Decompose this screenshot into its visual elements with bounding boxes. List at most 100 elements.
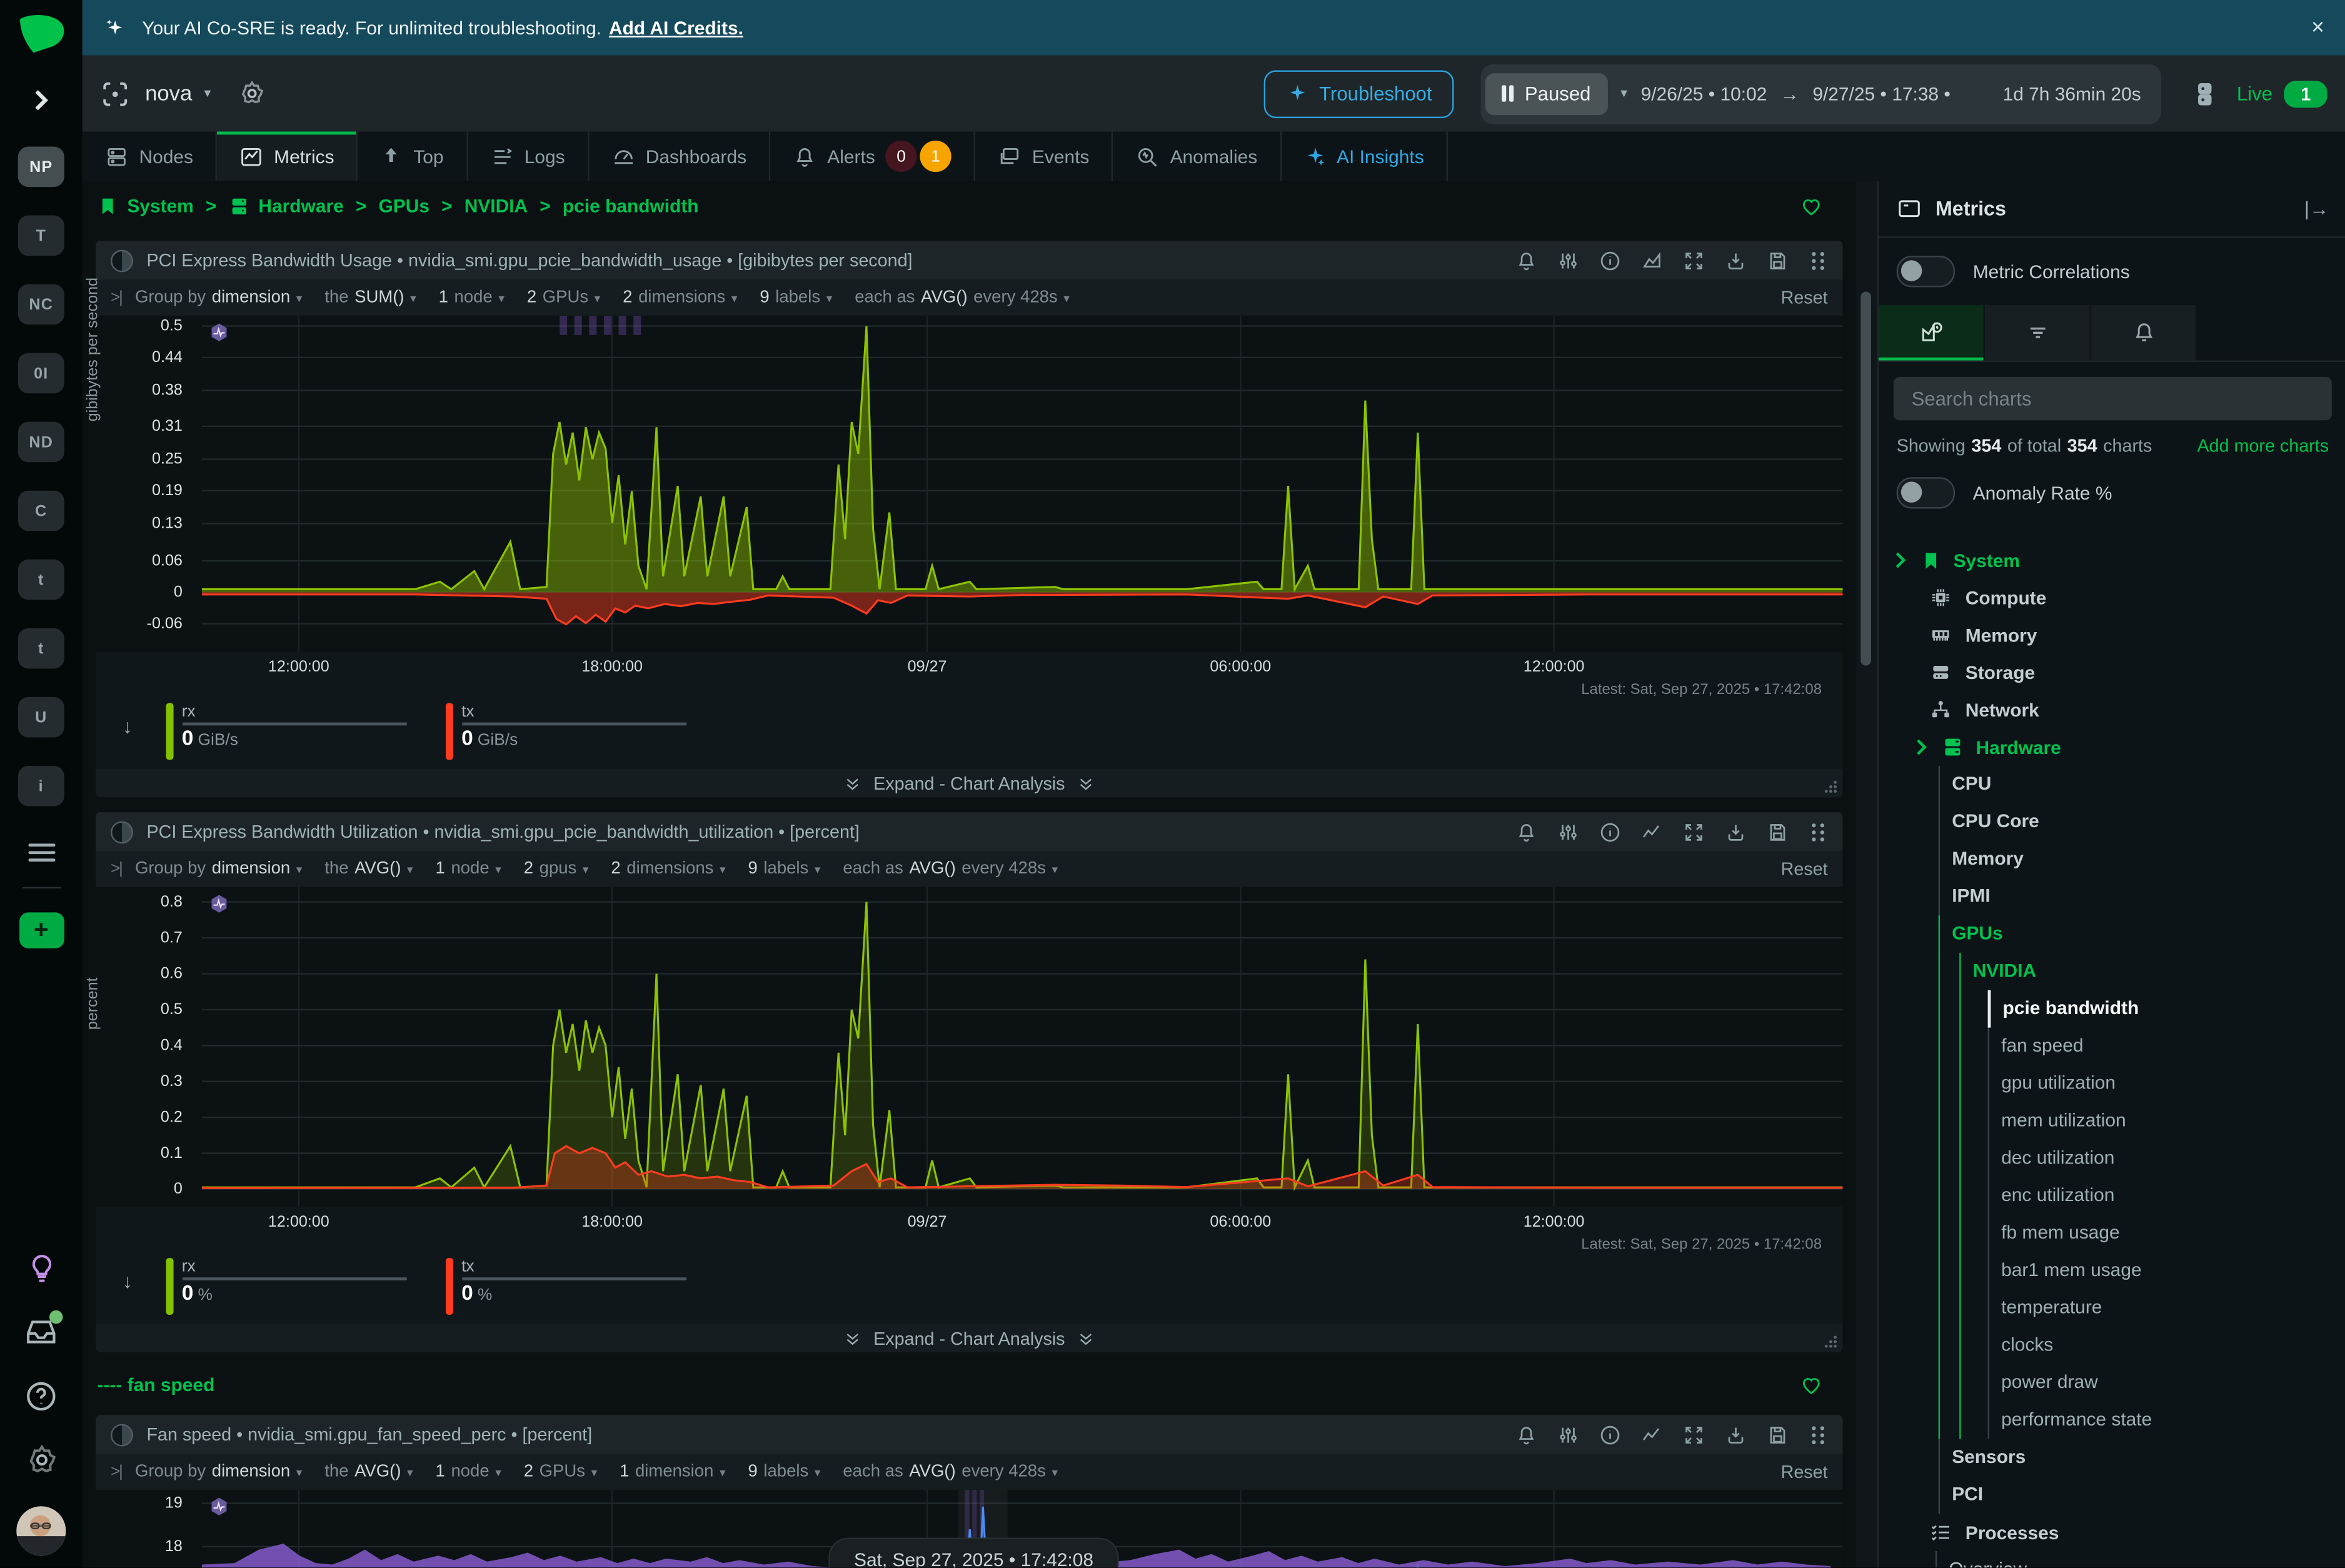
favorite-heart-icon[interactable] <box>1799 1373 1823 1397</box>
resize-handle-icon[interactable] <box>1823 1334 1838 1349</box>
legend-item-tx[interactable]: tx0% <box>445 1258 722 1315</box>
download-icon[interactable] <box>1725 249 1747 271</box>
tree-item-memory[interactable]: Memory <box>1879 616 2345 654</box>
dimensions-toggle-icon[interactable] <box>111 1423 133 1445</box>
bell-icon[interactable] <box>1515 249 1538 271</box>
save-icon[interactable] <box>1767 1423 1789 1445</box>
tree-item-performance-state[interactable]: performance state <box>1989 1402 2345 1439</box>
tab-events[interactable]: Events <box>975 132 1113 181</box>
tree-item-storage[interactable]: Storage <box>1879 654 2345 691</box>
tree-item-power-draw[interactable]: power draw <box>1989 1364 2345 1402</box>
tab-nodes[interactable]: Nodes <box>83 132 218 181</box>
expand-chart-analysis[interactable]: Expand - Chart Analysis <box>96 769 1842 797</box>
expand-rail-icon[interactable] <box>31 90 51 111</box>
tab-dashboards[interactable]: Dashboards <box>589 132 770 181</box>
plot-area[interactable] <box>202 887 1843 1207</box>
tree-item-fan-speed[interactable]: fan speed <box>1989 1028 2345 1065</box>
tree-item-system[interactable]: System <box>1879 541 2345 579</box>
chart-control-dropdown[interactable]: theSUM()▾ <box>324 289 416 307</box>
save-icon[interactable] <box>1767 249 1789 271</box>
tree-item-sensors[interactable]: Sensors <box>1940 1439 2345 1477</box>
space-button-T[interactable]: T <box>18 216 64 256</box>
space-button-ND[interactable]: ND <box>18 422 64 463</box>
dimensions-toggle-icon[interactable] <box>111 820 133 843</box>
chart-control-dropdown[interactable]: Group bydimension▾ <box>135 1463 302 1481</box>
close-banner-icon[interactable]: × <box>2311 15 2324 41</box>
chart-control-dropdown[interactable]: 9labels▾ <box>748 860 821 878</box>
netdata-logo-icon[interactable] <box>14 9 68 63</box>
chart-control-dropdown[interactable]: 2dimensions▾ <box>623 289 737 307</box>
bell-icon[interactable] <box>1515 1423 1538 1445</box>
chart-control-dropdown[interactable]: 1node▾ <box>439 289 505 307</box>
tree-item-gpu-utilization[interactable]: gpu utilization <box>1989 1065 2345 1102</box>
drag-handle-icon[interactable] <box>1809 249 1828 271</box>
tree-item-ipmi[interactable]: IPMI <box>1940 878 2345 915</box>
download-icon[interactable] <box>1725 820 1747 843</box>
lightbulb-icon[interactable] <box>24 1252 58 1285</box>
space-button-U[interactable]: U <box>18 697 64 738</box>
drag-handle-icon[interactable] <box>1809 1423 1828 1445</box>
legend-item-tx[interactable]: tx0GiB/s <box>445 703 722 760</box>
inbox-icon[interactable] <box>24 1315 58 1349</box>
chart-control-dropdown[interactable]: theAVG()▾ <box>324 1463 413 1481</box>
tree-item-mem-utilization[interactable]: mem utilization <box>1989 1102 2345 1140</box>
add-more-charts-link[interactable]: Add more charts <box>2197 435 2329 456</box>
download-icon[interactable] <box>1725 1423 1747 1445</box>
reset-button[interactable]: Reset <box>1781 1461 1828 1482</box>
space-button-C[interactable]: C <box>18 491 64 531</box>
chart-control-dropdown[interactable]: Group bydimension▾ <box>135 289 302 307</box>
breadcrumb[interactable]: System> Hardware> GPUs> NVIDIA> pcie ban… <box>83 181 1857 231</box>
chart-control-dropdown[interactable]: theAVG()▾ <box>324 860 413 878</box>
tree-item-bar1-mem-usage[interactable]: bar1 mem usage <box>1989 1252 2345 1290</box>
space-button-NP[interactable]: NP <box>18 146 64 187</box>
chart-type-line-icon[interactable] <box>1641 820 1664 843</box>
tab-ai-insights[interactable]: AI Insights <box>1282 132 1448 181</box>
tab-top[interactable]: Top <box>358 132 468 181</box>
legend-item-rx[interactable]: rx0% <box>165 1258 442 1315</box>
anomaly-rate-icon[interactable] <box>208 893 231 915</box>
main-scrollbar[interactable] <box>1856 181 1877 1567</box>
tree-item-memory-hw[interactable]: Memory <box>1940 841 2345 878</box>
tree-item-gpus[interactable]: GPUs <box>1940 915 2345 953</box>
add-ai-credits-link[interactable]: Add AI Credits. <box>609 18 743 38</box>
fullscreen-icon[interactable] <box>1683 249 1705 271</box>
chart-control-dropdown[interactable]: 9labels▾ <box>760 289 832 307</box>
dimensions-toggle-icon[interactable] <box>111 249 133 271</box>
tab-anomalies[interactable]: Anomalies <box>1113 132 1282 181</box>
tab-metrics[interactable]: Metrics <box>217 132 358 181</box>
chart-control-dropdown[interactable]: 9labels▾ <box>748 1463 820 1481</box>
chart-control-dropdown[interactable]: Group bydimension▾ <box>135 860 302 878</box>
save-icon[interactable] <box>1767 820 1789 843</box>
chart-control-dropdown[interactable]: 2dimensions▾ <box>611 860 725 878</box>
tree-item-compute[interactable]: Compute <box>1879 579 2345 616</box>
drag-handle-icon[interactable] <box>1809 820 1828 843</box>
troubleshoot-button[interactable]: Troubleshoot <box>1264 69 1455 118</box>
pause-button[interactable]: Paused <box>1486 73 1607 114</box>
tree-item-pcie-bandwidth[interactable]: pcie bandwidth <box>1988 990 2345 1028</box>
tab-alerts[interactable]: Alerts 0 1 <box>770 132 975 181</box>
chart-control-dropdown[interactable]: each asAVG()every 428s▾ <box>843 860 1058 878</box>
info-icon[interactable] <box>1599 820 1622 843</box>
live-label[interactable]: Live <box>2237 83 2272 105</box>
tab-logs[interactable]: Logs <box>468 132 589 181</box>
plot-area[interactable] <box>202 316 1843 652</box>
fullscreen-icon[interactable] <box>1683 820 1705 843</box>
tree-item-pci[interactable]: PCI <box>1940 1476 2345 1514</box>
tree-item-dec-utilization[interactable]: dec utilization <box>1989 1140 2345 1177</box>
tree-item-temperature[interactable]: temperature <box>1989 1289 2345 1327</box>
tree-item-network[interactable]: Network <box>1879 691 2345 728</box>
metric-correlations-toggle[interactable] <box>1897 256 1955 287</box>
filter-sliders-icon[interactable] <box>1557 820 1580 843</box>
anomaly-rate-toggle[interactable] <box>1897 477 1955 508</box>
filter-sliders-icon[interactable] <box>1557 1423 1580 1445</box>
anomaly-rate-icon[interactable] <box>208 321 231 344</box>
collapse-controls-icon[interactable]: >| <box>111 1463 121 1481</box>
sort-dimensions-icon[interactable]: ↓ <box>123 715 133 738</box>
space-button-NC[interactable]: NC <box>18 284 64 325</box>
sort-dimensions-icon[interactable]: ↓ <box>123 1270 133 1292</box>
chart-control-dropdown[interactable]: 1node▾ <box>436 860 501 878</box>
space-button-t[interactable]: t <box>18 628 64 669</box>
chart-control-dropdown[interactable]: 1node▾ <box>436 1463 501 1481</box>
chart-type-line-icon[interactable] <box>1641 1423 1664 1445</box>
menu-icon[interactable] <box>28 839 54 866</box>
